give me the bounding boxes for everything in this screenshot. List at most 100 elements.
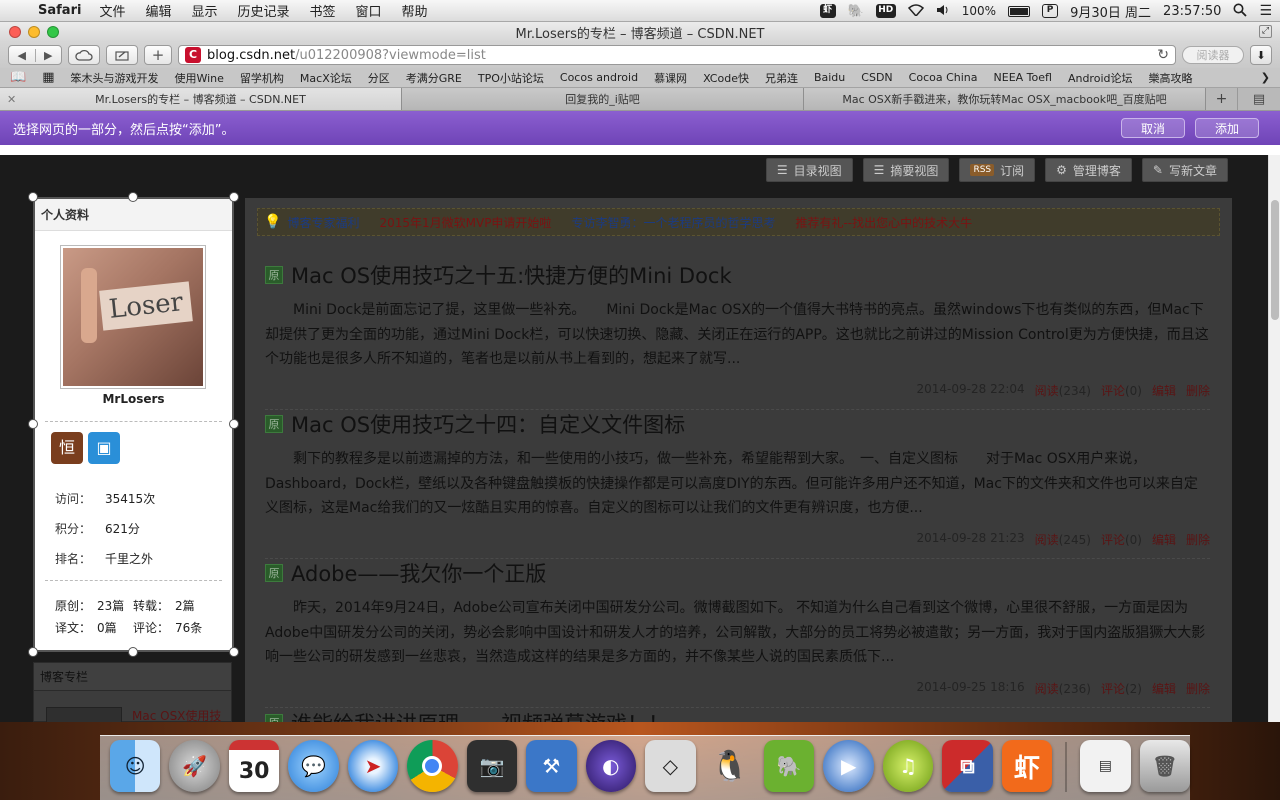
eclipse-icon[interactable]: ◐ xyxy=(585,740,637,792)
edit-link[interactable]: 编辑 xyxy=(1152,382,1176,399)
new-tab-button[interactable]: + xyxy=(144,45,172,65)
evernote-icon[interactable]: 🐘 xyxy=(763,740,815,792)
volume-icon[interactable] xyxy=(936,4,950,19)
avatar[interactable]: Loser xyxy=(60,245,206,389)
music-app-icon[interactable]: ♫ xyxy=(882,740,934,792)
persistence-medal-icon[interactable]: 恒 xyxy=(51,432,83,464)
reload-icon[interactable]: ↻ xyxy=(1157,47,1169,63)
menu-help[interactable]: 帮助 xyxy=(402,1,428,20)
profile-panel[interactable]: 个人资料 Loser MrLosers 恒 ▣ 访问： 35415次 积分： 621… xyxy=(33,197,234,652)
delete-link[interactable]: 删除 xyxy=(1186,382,1210,399)
facetime-icon[interactable]: 📷 xyxy=(466,740,518,792)
selection-handle[interactable] xyxy=(28,647,38,657)
comment-count-link[interactable]: 评论(2) xyxy=(1101,680,1142,697)
selection-handle[interactable] xyxy=(28,419,38,429)
summary-view-button[interactable]: ☰ 摘要视图 xyxy=(862,158,950,182)
add-button[interactable]: 添加 xyxy=(1195,118,1259,138)
launchpad-icon[interactable]: 🚀 xyxy=(169,740,220,792)
close-tab-icon[interactable]: ✕ xyxy=(7,93,16,106)
spotlight-search-icon[interactable] xyxy=(1233,3,1248,20)
edit-link[interactable]: 编辑 xyxy=(1152,531,1176,548)
read-count-link[interactable]: 阅读(236) xyxy=(1035,680,1091,697)
top-sites-icon[interactable]: ▦ xyxy=(42,70,54,85)
qq-icon[interactable]: 🐧 xyxy=(705,740,755,792)
profile-username[interactable]: MrLosers xyxy=(35,392,232,406)
icloud-tabs-button[interactable] xyxy=(68,45,100,65)
tab-overview-icon[interactable]: ▤ xyxy=(1238,88,1280,110)
article-title-link[interactable]: 谁能给我讲讲原理——视频弹幕游戏！！ xyxy=(291,708,669,722)
tab-tieba-reply[interactable]: 回复我的_i贴吧 xyxy=(402,88,804,110)
cancel-button[interactable]: 取消 xyxy=(1121,118,1185,138)
zoom-window-button[interactable] xyxy=(47,26,59,38)
delete-link[interactable]: 删除 xyxy=(1186,531,1210,548)
close-window-button[interactable] xyxy=(9,26,21,38)
bookmark-item[interactable]: 笨木头与游戏开发 xyxy=(70,70,158,86)
wifi-icon[interactable] xyxy=(907,3,924,19)
bookmark-item[interactable]: TPO小站论坛 xyxy=(478,70,544,86)
menu-time[interactable]: 23:57:50 xyxy=(1163,4,1221,19)
bookmark-item[interactable]: CSDN xyxy=(861,71,892,84)
read-count-link[interactable]: 阅读(245) xyxy=(1035,531,1091,548)
selection-handle[interactable] xyxy=(229,192,239,202)
notice-link[interactable]: 博客专家福利 xyxy=(287,214,359,231)
bookmark-item[interactable]: Cocos android xyxy=(560,71,638,84)
notice-link[interactable]: 专访李智勇：一个老程序员的哲学思考 xyxy=(571,214,775,231)
article-title-link[interactable]: Adobe——我欠你一个正版 xyxy=(291,558,546,588)
menu-view[interactable]: 显示 xyxy=(191,1,217,20)
unity-icon[interactable]: ◇ xyxy=(645,740,696,792)
comment-count-link[interactable]: 评论(0) xyxy=(1101,531,1142,548)
bookmark-item[interactable]: 使用Wine xyxy=(174,70,223,86)
trash-icon[interactable]: 🗑 xyxy=(1139,740,1191,792)
tab-tieba-macbook[interactable]: Mac OSX新手戳进来，教你玩转Mac OSX_macbook吧_百度贴吧 xyxy=(804,88,1206,110)
messages-icon[interactable]: 💬 xyxy=(288,740,339,792)
selection-handle[interactable] xyxy=(128,647,138,657)
xiami-status-icon[interactable]: 虾 xyxy=(819,4,836,18)
scrollbar-thumb[interactable] xyxy=(1271,200,1279,320)
catalog-view-button[interactable]: ☰ 目录视图 xyxy=(765,158,853,182)
menu-file[interactable]: 文件 xyxy=(99,1,125,20)
article-title-link[interactable]: Mac OS使用技巧之十五:快捷方便的Mini Dock xyxy=(291,260,732,290)
xcode-icon[interactable]: ⚒ xyxy=(526,740,577,792)
notice-link[interactable]: 2015年1月微软MVP申请开始啦 xyxy=(379,214,551,231)
fullscreen-icon[interactable]: ⤢ xyxy=(1259,25,1272,38)
bookmark-item[interactable]: MacX论坛 xyxy=(300,70,352,86)
delete-link[interactable]: 删除 xyxy=(1186,680,1210,697)
xiami-icon[interactable]: 虾 xyxy=(1001,740,1053,792)
bookmark-item[interactable]: 考满分GRE xyxy=(406,70,462,86)
add-tab-icon[interactable]: + xyxy=(1206,88,1238,110)
manage-blog-button[interactable]: ⚙ 管理博客 xyxy=(1045,158,1132,182)
safari-icon[interactable]: ➤ xyxy=(347,740,399,792)
comment-count-link[interactable]: 评论(0) xyxy=(1101,382,1142,399)
selection-handle[interactable] xyxy=(128,192,138,202)
menu-edit[interactable]: 编辑 xyxy=(145,1,171,20)
bookmark-item[interactable]: Android论坛 xyxy=(1068,70,1133,86)
minimize-window-button[interactable] xyxy=(28,26,40,38)
menu-date[interactable]: 9月30日 周二 xyxy=(1070,2,1151,21)
menu-app-name[interactable]: Safari xyxy=(38,3,81,18)
menu-bookmarks[interactable]: 书签 xyxy=(310,1,336,20)
blogger-medal-icon[interactable]: ▣ xyxy=(88,432,120,464)
address-bar[interactable]: C blog.csdn.net /u012200908?viewmode=lis… xyxy=(178,45,1176,65)
calendar-icon[interactable]: 30 xyxy=(228,740,280,792)
menu-history[interactable]: 历史记录 xyxy=(237,1,289,20)
quicktime-icon[interactable]: ▶ xyxy=(823,740,874,792)
finder-icon[interactable]: ☺ xyxy=(110,740,161,792)
article-title-link[interactable]: Mac OS使用技巧之十四：自定义文件图标 xyxy=(291,409,685,439)
forward-arrow-icon[interactable]: ▶ xyxy=(36,49,62,62)
subscribe-button[interactable]: RSS 订阅 xyxy=(959,158,1036,182)
notification-center-icon[interactable]: ☰ xyxy=(1259,3,1272,19)
evernote-status-icon[interactable]: 🐘 xyxy=(848,4,864,19)
page-scrollbar[interactable] xyxy=(1268,155,1280,722)
tab-csdn[interactable]: ✕ Mr.Losers的专栏 – 博客频道 – CSDN.NET xyxy=(0,88,402,110)
notice-link[interactable]: 推荐有礼--找出您心中的技术大牛 xyxy=(795,214,972,231)
chrome-icon[interactable] xyxy=(407,740,458,792)
downloads-icon[interactable]: ⬇ xyxy=(1250,45,1272,65)
bookmark-item[interactable]: 分区 xyxy=(368,70,390,86)
screenshot-stack-icon[interactable]: ▤ xyxy=(1080,740,1131,792)
hd-status-icon[interactable]: HD xyxy=(875,4,896,18)
menu-window[interactable]: 窗口 xyxy=(356,1,382,20)
bookmarks-overflow-icon[interactable]: ❯ xyxy=(1261,71,1270,84)
edit-link[interactable]: 编辑 xyxy=(1152,680,1176,697)
reading-list-icon[interactable]: 📖 xyxy=(10,70,26,85)
battery-percent[interactable]: 100% xyxy=(962,4,996,18)
